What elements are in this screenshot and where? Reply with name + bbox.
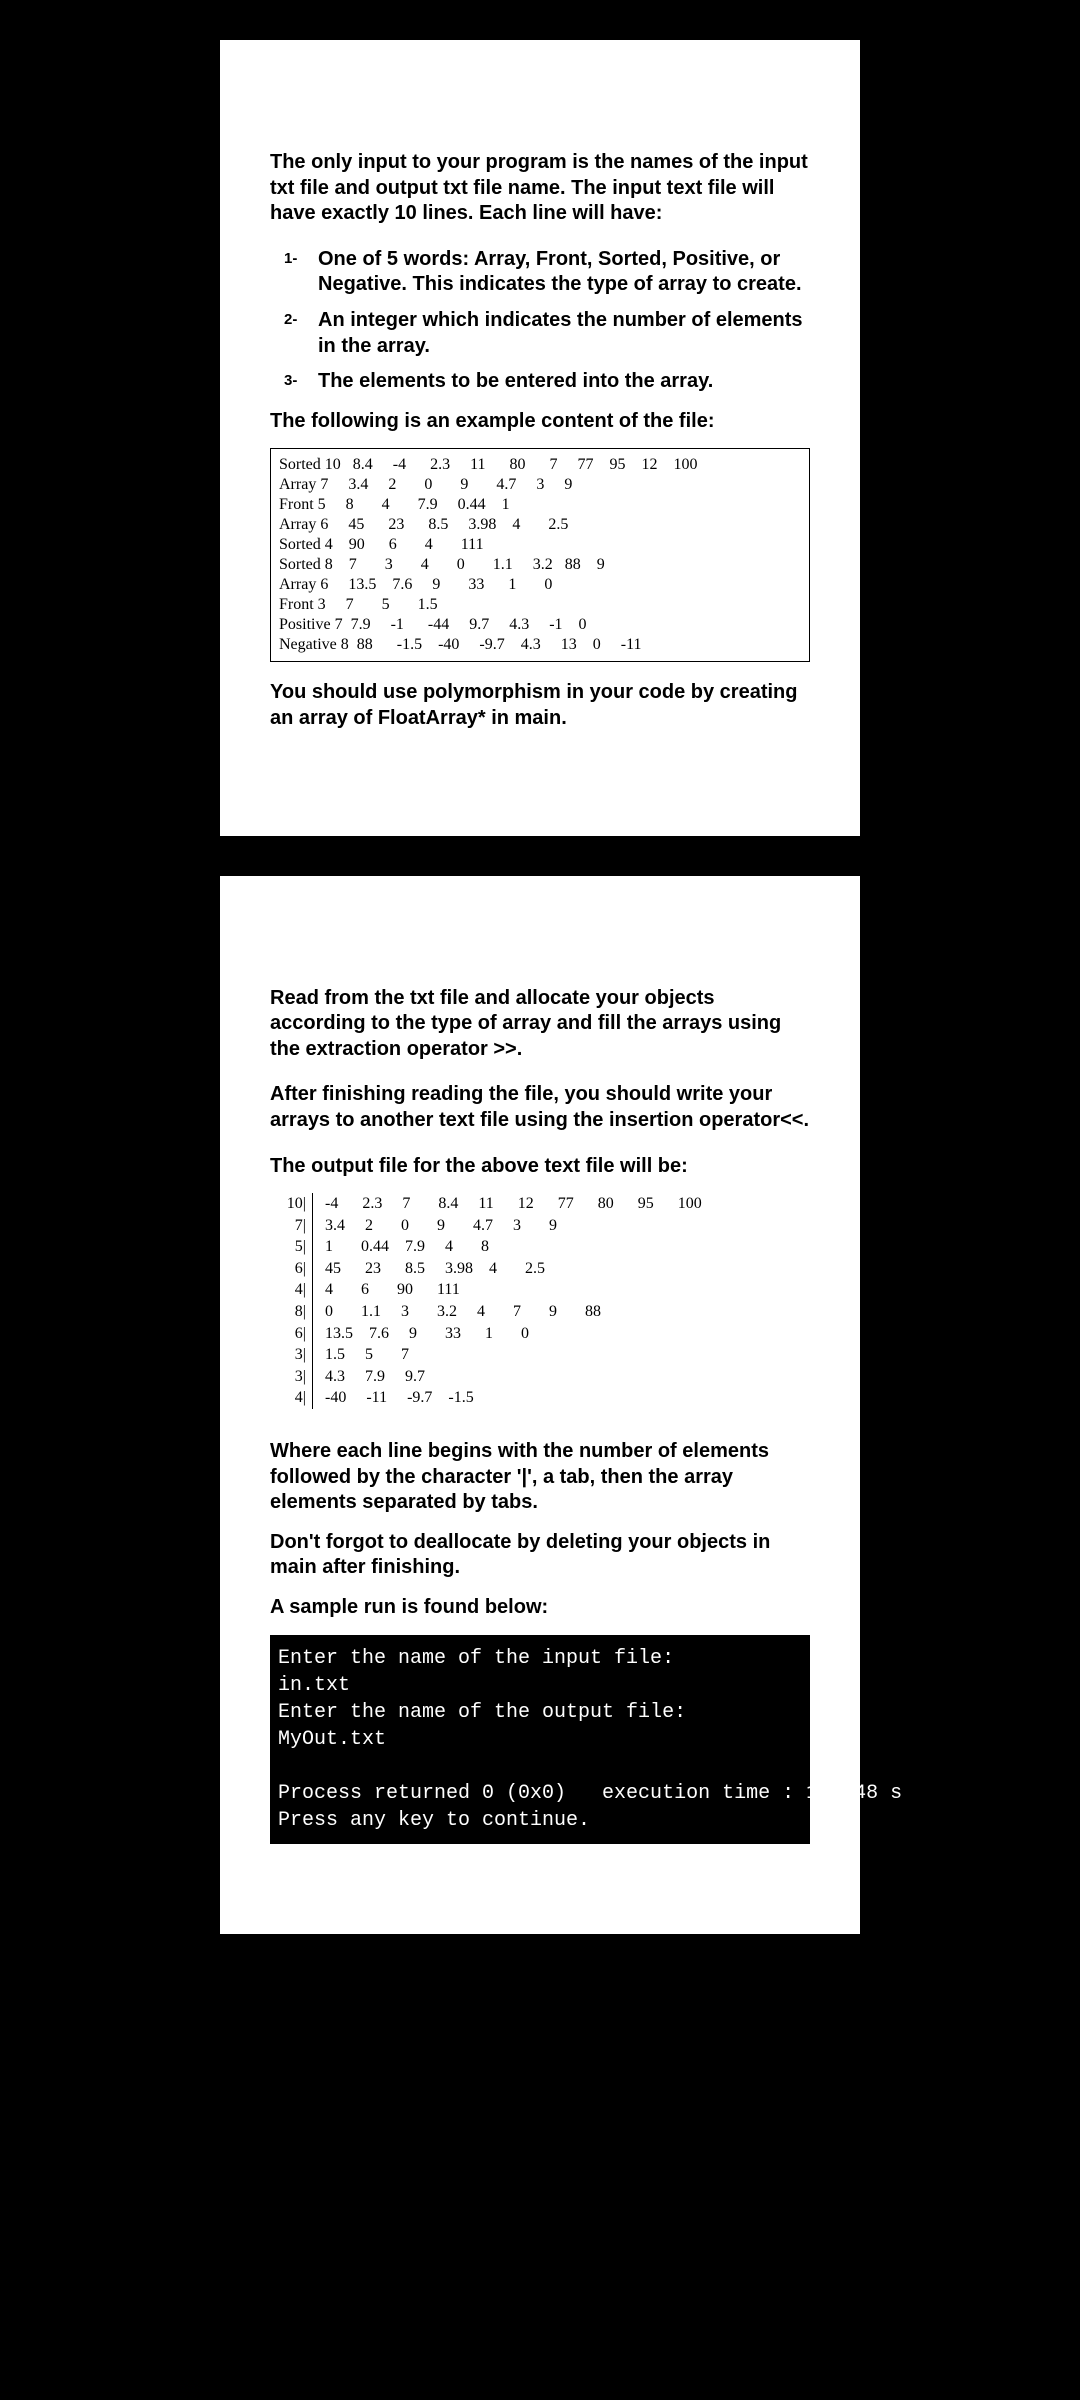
row-count: 4| [270, 1387, 313, 1409]
row-values: 0 1.1 3 3.2 4 7 9 88 [325, 1301, 601, 1323]
row-values: 4.3 7.9 9.7 [325, 1366, 425, 1388]
row-count: 7| [270, 1215, 313, 1237]
output-row: 3| 4.3 7.9 9.7 [270, 1366, 810, 1388]
row-values: 3.4 2 0 9 4.7 3 9 [325, 1215, 557, 1237]
row-values: 4 6 90 111 [325, 1279, 460, 1301]
output-row: 3| 1.5 5 7 [270, 1344, 810, 1366]
output-row: 10| -4 2.3 7 8.4 11 12 77 80 95 100 [270, 1193, 810, 1215]
row-values: -4 2.3 7 8.4 11 12 77 80 95 100 [325, 1193, 702, 1215]
sample-label: A sample run is found below: [270, 1595, 810, 1621]
list-num: 3- [284, 371, 297, 390]
row-values: 1.5 5 7 [325, 1344, 409, 1366]
list-item: 3- The elements to be entered into the a… [318, 369, 810, 395]
row-values: 1 0.44 7.9 4 8 [325, 1236, 489, 1258]
output-row: 5| 1 0.44 7.9 4 8 [270, 1236, 810, 1258]
output-row: 8| 0 1.1 3 3.2 4 7 9 88 [270, 1301, 810, 1323]
example-label: The following is an example content of t… [270, 409, 810, 435]
row-count: 8| [270, 1301, 313, 1323]
row-count: 6| [270, 1258, 313, 1280]
page-1: The only input to your program is the na… [220, 40, 860, 836]
output-row: 7| 3.4 2 0 9 4.7 3 9 [270, 1215, 810, 1237]
list-text: One of 5 words: Array, Front, Sorted, Po… [318, 248, 802, 296]
output-row: 4| -40 -11 -9.7 -1.5 [270, 1387, 810, 1409]
page-2: Read from the txt file and allocate your… [220, 876, 860, 1934]
input-file-box: Sorted 10 8.4 -4 2.3 11 80 7 77 95 12 10… [270, 448, 810, 662]
explain-para: Where each line begins with the number o… [270, 1439, 810, 1516]
list-num: 1- [284, 249, 297, 268]
list-text: An integer which indicates the number of… [318, 309, 803, 357]
output-file-box: 10| -4 2.3 7 8.4 11 12 77 80 95 100 7| 3.4 … [270, 1193, 810, 1409]
row-values: -40 -11 -9.7 -1.5 [325, 1387, 474, 1409]
row-count: 6| [270, 1323, 313, 1345]
row-count: 5| [270, 1236, 313, 1258]
list-num: 2- [284, 310, 297, 329]
intro-text: The only input to your program is the na… [270, 150, 810, 227]
dealloc-para: Don't forgot to deallocate by deleting y… [270, 1530, 810, 1581]
instruction-list: 1- One of 5 words: Array, Front, Sorted,… [270, 247, 810, 395]
row-count: 3| [270, 1344, 313, 1366]
row-count: 3| [270, 1366, 313, 1388]
list-text: The elements to be entered into the arra… [318, 370, 713, 392]
output-label: The output file for the above text file … [270, 1154, 810, 1180]
row-count: 4| [270, 1279, 313, 1301]
polymorph-note: You should use polymorphism in your code… [270, 680, 810, 731]
row-count: 10| [270, 1193, 313, 1215]
list-item: 1- One of 5 words: Array, Front, Sorted,… [318, 247, 810, 298]
read-para: Read from the txt file and allocate your… [270, 986, 810, 1063]
row-values: 45 23 8.5 3.98 4 2.5 [325, 1258, 545, 1280]
list-item: 2- An integer which indicates the number… [318, 308, 810, 359]
row-values: 13.5 7.6 9 33 1 0 [325, 1323, 529, 1345]
output-row: 6| 45 23 8.5 3.98 4 2.5 [270, 1258, 810, 1280]
output-row: 4| 4 6 90 111 [270, 1279, 810, 1301]
after-para: After finishing reading the file, you sh… [270, 1082, 810, 1133]
terminal-output: Enter the name of the input file: in.txt… [270, 1635, 810, 1844]
output-row: 6| 13.5 7.6 9 33 1 0 [270, 1323, 810, 1345]
